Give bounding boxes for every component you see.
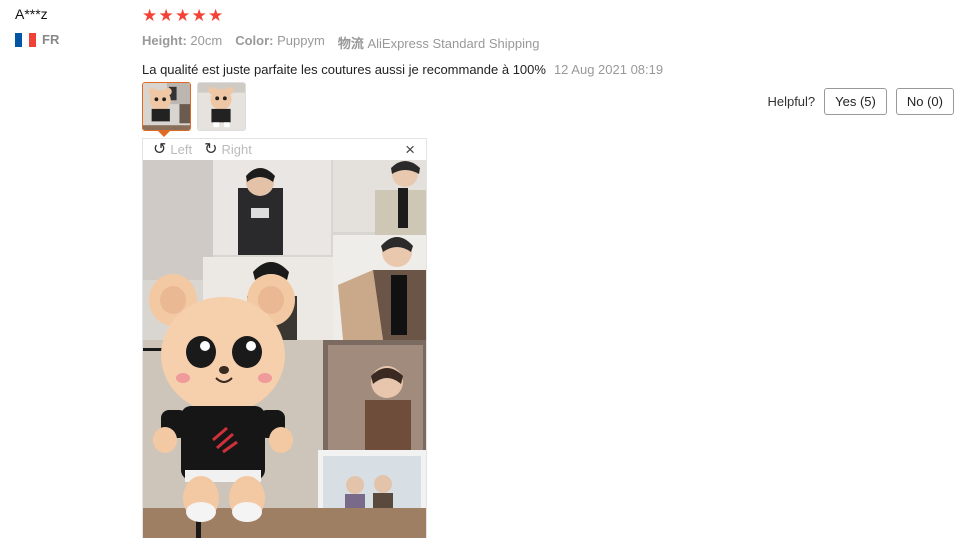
- review-photo-large: [143, 160, 426, 538]
- helpful-no-button[interactable]: No (0): [895, 88, 954, 115]
- helpful-votes: Helpful? Yes (5) No (0): [767, 88, 954, 115]
- attribute-height: Height: 20cm: [142, 33, 223, 48]
- review-text: La qualité est juste parfaite les coutur…: [142, 62, 956, 77]
- rotate-right-icon: ↻: [204, 140, 218, 158]
- star-rating: ★ ★ ★ ★ ★: [142, 5, 956, 25]
- helpful-yes-button[interactable]: Yes (5): [824, 88, 887, 115]
- attribute-color: Color: Puppym: [235, 33, 325, 48]
- rotate-left-icon: ↺: [153, 140, 167, 158]
- reviewer-country: FR: [15, 32, 125, 47]
- review-photo-thumbnail-2[interactable]: [197, 82, 246, 131]
- france-flag-icon: [15, 32, 36, 47]
- rotate-left-button[interactable]: ↺ Left: [153, 140, 193, 158]
- review-photo-viewer: ↺ Left ↻ Right ×: [142, 138, 427, 538]
- star-icon: ★: [158, 5, 174, 25]
- review-body: La qualité est juste parfaite les coutur…: [142, 62, 546, 77]
- close-icon[interactable]: ×: [405, 140, 415, 160]
- review-photo-thumbnails: [142, 82, 246, 131]
- review-date: 12 Aug 2021 08:19: [553, 62, 664, 77]
- viewer-toolbar: ↺ Left ↻ Right: [143, 139, 426, 160]
- rotate-right-label: Right: [221, 142, 252, 157]
- star-icon: ★: [208, 5, 224, 25]
- product-attributes: Height: 20cm Color: Puppym 物流 AliExpress…: [142, 33, 956, 52]
- attribute-shipping: 物流 AliExpress Standard Shipping: [337, 36, 540, 51]
- star-icon: ★: [142, 5, 158, 25]
- helpful-label: Helpful?: [767, 94, 816, 109]
- rotate-right-button[interactable]: ↻ Right: [204, 140, 252, 158]
- rotate-left-label: Left: [170, 142, 193, 157]
- active-thumbnail-indicator: [158, 131, 170, 137]
- review-photo-thumbnail-1[interactable]: [142, 82, 191, 131]
- star-icon: ★: [191, 5, 207, 25]
- country-code: FR: [42, 32, 60, 47]
- review-content: ★ ★ ★ ★ ★ Height: 20cm Color: Puppym 物流 …: [142, 5, 956, 78]
- reviewer-info: A***z FR: [15, 5, 125, 47]
- star-icon: ★: [175, 5, 191, 25]
- reviewer-name: A***z: [15, 6, 48, 22]
